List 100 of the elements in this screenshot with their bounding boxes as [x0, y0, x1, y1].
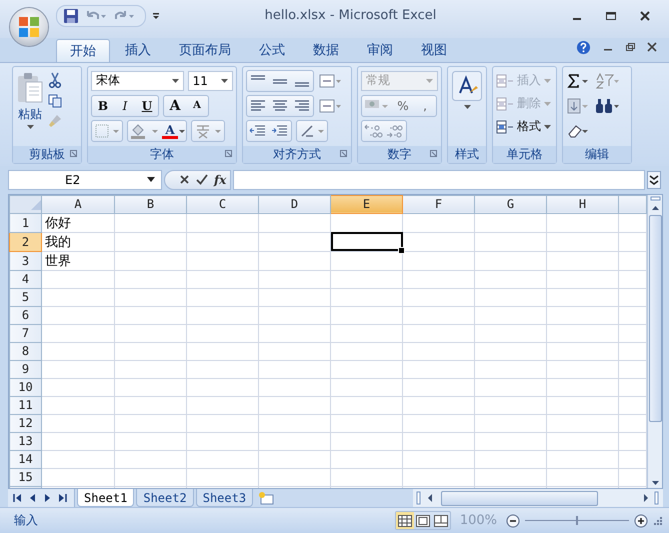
merge-cells-icon[interactable]	[318, 96, 342, 115]
page-layout-view-button[interactable]	[414, 512, 432, 530]
expand-formula-bar-icon[interactable]	[647, 170, 661, 189]
ribbon-tab[interactable]: 公式	[246, 38, 298, 62]
sheet-tab[interactable]: Sheet2	[136, 489, 194, 508]
zoom-out-icon[interactable]	[506, 514, 520, 528]
name-box[interactable]: E2	[8, 170, 162, 190]
font-style-button[interactable]: U	[136, 96, 158, 115]
column-header[interactable]: B	[114, 195, 186, 214]
row-header[interactable]: 14	[10, 450, 42, 468]
row-header[interactable]: 7	[10, 324, 42, 342]
previous-sheet-icon[interactable]	[28, 493, 38, 504]
office-logo-icon	[16, 14, 42, 40]
wrap-text-icon[interactable]	[318, 72, 342, 90]
font-size-step-button[interactable]: A	[186, 96, 208, 115]
row-header[interactable]: 10	[10, 378, 42, 396]
office-button[interactable]	[10, 8, 48, 46]
dialog-launcher-icon[interactable]	[225, 150, 232, 157]
column-header[interactable]: C	[186, 195, 258, 214]
split-handle-icon[interactable]	[653, 491, 661, 506]
row-header[interactable]: 8	[10, 342, 42, 360]
sheet-tab[interactable]: Sheet3	[196, 489, 254, 508]
row-header[interactable]: 3	[10, 251, 42, 270]
vertical-scrollbar[interactable]	[647, 194, 662, 488]
normal-view-button[interactable]	[396, 512, 414, 530]
cancel-icon[interactable]	[179, 174, 190, 186]
triangle-icon	[31, 200, 41, 210]
caret-icon	[544, 78, 551, 83]
insert-function-button[interactable]: fx	[214, 172, 226, 187]
split-handle-icon[interactable]	[648, 194, 662, 203]
row-header[interactable]: 4	[10, 270, 42, 288]
column-header[interactable]: D	[258, 195, 330, 214]
ribbon-tab[interactable]: 插入	[112, 38, 164, 62]
scrollbar-thumb[interactable]	[648, 214, 662, 422]
dialog-launcher-icon[interactable]	[70, 150, 77, 157]
page-break-view-button[interactable]	[432, 512, 450, 530]
view-icon	[398, 514, 412, 527]
font-style-button[interactable]: B	[92, 96, 114, 115]
paste-button[interactable]: 粘贴	[16, 70, 44, 143]
dialog-launcher-icon[interactable]	[340, 150, 347, 157]
next-sheet-icon[interactable]	[42, 493, 52, 504]
row-header[interactable]: 12	[10, 414, 42, 432]
restore-icon[interactable]	[625, 42, 635, 52]
customize-caret-icon[interactable]	[152, 12, 160, 20]
increase-decimal-icon[interactable]	[362, 122, 384, 140]
sheet-tab[interactable]: Sheet1	[77, 489, 134, 508]
first-sheet-icon[interactable]	[12, 493, 24, 504]
close-icon[interactable]	[647, 42, 657, 52]
row-header[interactable]: 9	[10, 360, 42, 378]
row-header[interactable]: 2	[10, 232, 42, 252]
scrollbar-thumb[interactable]	[441, 490, 598, 506]
column-header[interactable]: G	[474, 195, 546, 214]
scissors-icon[interactable]	[48, 72, 62, 88]
ribbon-tab[interactable]: 开始	[56, 38, 110, 62]
ribbon-tab[interactable]: 页面布局	[166, 38, 244, 62]
close-icon[interactable]	[639, 10, 651, 22]
row-header[interactable]: 15	[10, 468, 42, 486]
column-header[interactable]: F	[402, 195, 474, 214]
font-name-dropdown[interactable]: 宋体	[91, 70, 184, 91]
ribbon-tab[interactable]: 审阅	[354, 38, 406, 62]
caret-icon	[26, 124, 34, 129]
dialog-launcher-icon[interactable]	[430, 150, 437, 157]
column-header[interactable]: A	[42, 195, 114, 214]
split-handle-icon[interactable]	[415, 491, 423, 506]
checkmark-icon[interactable]	[196, 174, 208, 186]
zoom-in-icon[interactable]	[634, 514, 648, 528]
scroll-right-icon[interactable]	[641, 492, 651, 504]
number-style-button[interactable]: %	[392, 96, 414, 115]
row-header[interactable]: 5	[10, 288, 42, 306]
save-icon[interactable]	[63, 8, 79, 24]
table-cell: 世界	[42, 251, 114, 270]
styles-icon[interactable]	[452, 70, 482, 101]
copy-icon[interactable]	[48, 94, 62, 108]
formula-input[interactable]	[233, 170, 645, 190]
new-sheet-icon[interactable]	[257, 491, 276, 506]
font-style-button[interactable]: I	[114, 96, 136, 115]
horizontal-scrollbar[interactable]	[413, 489, 663, 508]
number-style-button[interactable]: ,	[414, 96, 436, 115]
row-header[interactable]: 13	[10, 432, 42, 450]
resize-grip-icon[interactable]	[653, 516, 663, 526]
dropdown-caret-icon[interactable]	[464, 104, 470, 109]
table-cell: 你好	[42, 213, 114, 232]
last-sheet-icon[interactable]	[56, 493, 68, 504]
column-header[interactable]: H	[546, 195, 618, 214]
column-header[interactable]: E	[330, 195, 402, 214]
font-color-button[interactable]: A	[162, 122, 178, 139]
ribbon-tab[interactable]: 视图	[408, 38, 460, 62]
fill-down-icon[interactable]	[566, 96, 590, 115]
binoculars-icon[interactable]	[594, 96, 620, 115]
caret-icon	[544, 102, 551, 106]
maximize-icon[interactable]	[605, 10, 617, 22]
font-size-dropdown[interactable]: 11	[188, 70, 233, 91]
row-header[interactable]: 1	[10, 213, 42, 232]
row-header[interactable]: 6	[10, 306, 42, 324]
help-icon[interactable]	[576, 40, 591, 55]
autosum-icon[interactable]	[566, 72, 590, 90]
row-header[interactable]: 11	[10, 396, 42, 414]
font-size-step-button[interactable]: A	[164, 96, 186, 115]
cells-menu-button[interactable]: 格式	[496, 116, 553, 138]
ribbon-tab[interactable]: 数据	[300, 38, 352, 62]
